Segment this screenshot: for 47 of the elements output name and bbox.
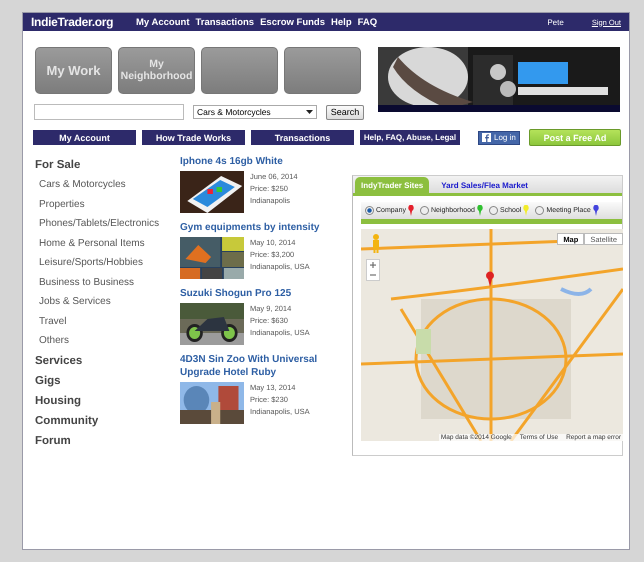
map-tab[interactable]: Yard Sales/Flea Market [435, 177, 534, 193]
nav-link[interactable]: My Account [136, 16, 190, 28]
listing-title[interactable]: 4D3N Sin Zoo With Universal Upgrade Hotel Ruby [180, 353, 352, 379]
nav-button[interactable]: Help, FAQ, Abuse, Legal [360, 130, 460, 145]
subcategory-link[interactable]: Business to Business [35, 272, 180, 292]
subcategory-link[interactable]: Properties [35, 194, 180, 214]
category-link[interactable]: For Sale [35, 155, 180, 175]
radio-button[interactable] [488, 206, 498, 215]
nav-link[interactable]: Escrow Funds [260, 16, 326, 28]
listing-title[interactable]: Suzuki Shogun Pro 125 [180, 287, 352, 300]
tile-button[interactable] [284, 47, 361, 94]
subcategory-link[interactable]: Cars & Motorcycles [35, 175, 180, 194]
category-dropdown[interactable]: Cars & Motorcycles [193, 105, 317, 119]
zoom-out-icon [370, 272, 376, 278]
facebook-login-button[interactable]: Log in [478, 130, 520, 144]
search-button[interactable]: Search [326, 104, 364, 120]
zoom-control[interactable] [366, 259, 380, 281]
category-link[interactable]: Gigs [35, 370, 180, 390]
radio-button[interactable] [535, 206, 544, 215]
listing-title[interactable]: Iphone 4s 16gb White [180, 155, 352, 168]
facebook-icon [482, 133, 491, 142]
radio-button[interactable] [365, 206, 374, 215]
zoom-in-icon [370, 262, 376, 268]
search-field[interactable] [34, 104, 184, 120]
user-name: Pete [547, 18, 564, 26]
radio-button[interactable] [420, 206, 429, 215]
nav-link[interactable]: Transactions [195, 16, 254, 28]
category-link[interactable]: Services [35, 350, 180, 370]
nav-link[interactable]: Help [331, 16, 352, 28]
nav-button[interactable]: How Trade Works [142, 130, 245, 145]
subcategory-link[interactable]: Phones/Tablets/Electronics [35, 214, 180, 234]
caret-icon [306, 110, 313, 114]
nav-button[interactable]: My Account [33, 130, 136, 145]
subcategory-link[interactable]: Others [35, 331, 180, 350]
nav-link[interactable]: FAQ [358, 16, 378, 28]
category-link[interactable]: Forum [35, 430, 180, 450]
category-link[interactable]: Housing [35, 390, 180, 410]
site-logo[interactable]: IndieTrader.org [31, 15, 136, 29]
listing-title[interactable]: Gym equipments by intensity [180, 221, 352, 234]
person-icon [371, 233, 381, 253]
subcategory-link[interactable]: Travel [35, 312, 180, 331]
subcategory-link[interactable]: Home & Personal Items [35, 234, 180, 253]
subcategory-link[interactable]: Jobs & Services [35, 292, 180, 312]
subcategory-link[interactable]: Leisure/Sports/Hobbies [35, 253, 180, 272]
category-link[interactable]: Community [35, 410, 180, 430]
tile-button[interactable] [201, 47, 278, 94]
nav-button[interactable]: Transactions [251, 130, 354, 145]
